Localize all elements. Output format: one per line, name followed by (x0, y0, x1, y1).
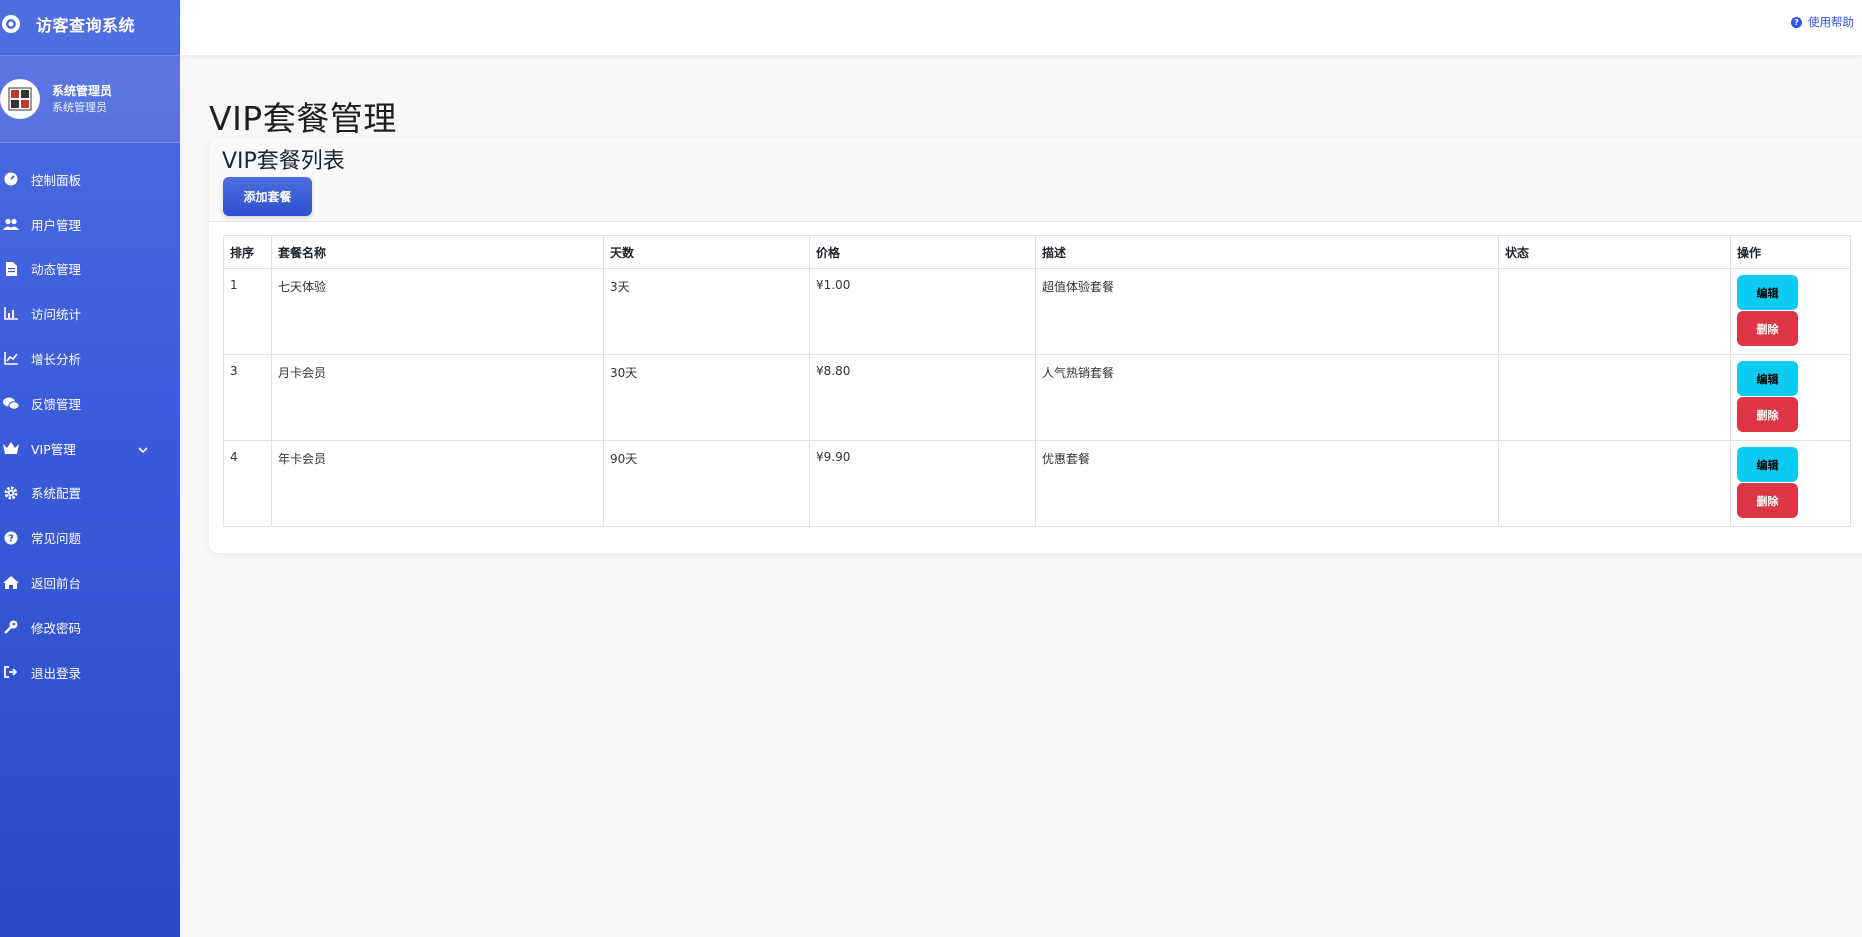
avatar (0, 79, 40, 119)
delete-button[interactable]: 删除 (1737, 397, 1798, 432)
page-title: VIP套餐管理 (209, 99, 397, 138)
cell-name: 七天体验 (271, 268, 604, 355)
key-icon (3, 619, 19, 635)
crown-icon (3, 440, 19, 456)
eye-icon (0, 13, 22, 35)
cell-desc: 超值体验套餐 (1035, 268, 1499, 355)
brand[interactable]: 访客查询系统 (0, 0, 180, 48)
sidebar-item-label: 退出登录 (31, 665, 82, 681)
sidebar-item-label: 动态管理 (31, 262, 82, 278)
user-role: 系统管理员 (52, 101, 107, 114)
cell-desc: 人气热销套餐 (1035, 354, 1499, 441)
sidebar-item-label: 返回前台 (31, 576, 82, 592)
comments-icon (3, 395, 19, 411)
cell-price: ¥8.80 (809, 354, 1036, 441)
sidebar-item-label: 增长分析 (31, 352, 82, 368)
cell-price: ¥1.00 (809, 268, 1036, 355)
cell-sort: 3 (223, 354, 272, 441)
sidebar-item-label: 反馈管理 (31, 396, 82, 412)
sidebar-item-label: 控制面板 (31, 172, 82, 188)
file-icon (3, 261, 19, 277)
dashboard-icon (3, 171, 19, 187)
column-header-status: 状态 (1498, 235, 1731, 269)
sidebar-item-password[interactable]: 修改密码 (0, 605, 180, 650)
sidebar-item-visits[interactable]: 访问统计 (0, 291, 180, 336)
gear-icon (3, 485, 19, 501)
add-package-button[interactable]: 添加套餐 (223, 177, 312, 216)
edit-button[interactable]: 编辑 (1737, 275, 1798, 310)
cell-actions: 编辑 删除 (1730, 268, 1851, 355)
cell-actions: 编辑 删除 (1730, 440, 1851, 527)
cell-name: 月卡会员 (271, 354, 604, 441)
sidebar-item-users[interactable]: 用户管理 (0, 202, 180, 247)
card-header: VIP套餐列表 (209, 138, 1862, 222)
cell-days: 3天 (603, 268, 810, 355)
edit-button[interactable]: 编辑 (1737, 447, 1798, 482)
cell-sort: 1 (223, 268, 272, 355)
sidebar-item-growth[interactable]: 增长分析 (0, 336, 180, 381)
sidebar-item-vip[interactable]: VIP管理 (0, 426, 180, 471)
column-header-days: 天数 (603, 235, 810, 269)
sidebar-item-posts[interactable]: 动态管理 (0, 247, 180, 292)
svg-text:?: ? (8, 533, 14, 544)
chevron-down-icon[interactable] (138, 442, 148, 457)
bar-chart-icon (3, 306, 19, 322)
column-header-name: 套餐名称 (271, 235, 604, 269)
sidebar-item-feedback[interactable]: 反馈管理 (0, 381, 180, 426)
topbar: ? 使用帮助 (180, 0, 1862, 55)
cell-status (1498, 440, 1731, 527)
cell-days: 30天 (603, 354, 810, 441)
sidebar-item-label: 用户管理 (31, 217, 82, 233)
logout-icon (3, 664, 19, 680)
cell-name: 年卡会员 (271, 440, 604, 527)
sidebar-item-label: 系统配置 (31, 486, 82, 502)
table-row: 1 七天体验 3天 ¥1.00 超值体验套餐 编辑 删除 (223, 268, 1851, 355)
vip-package-table: 排序 套餐名称 天数 价格 描述 状态 操作 1 七天体验 3天 ¥1.00 超… (223, 235, 1851, 527)
card-title: VIP套餐列表 (222, 149, 345, 174)
help-label: 使用帮助 (1808, 15, 1854, 29)
sidebar: 访客查询系统 系统管理员 系统管理员 控制面板 用户管理 动态管理 访问统计 增… (0, 0, 180, 937)
delete-button[interactable]: 删除 (1737, 311, 1798, 346)
sidebar-item-home[interactable]: 返回前台 (0, 560, 180, 605)
sidebar-item-dashboard[interactable]: 控制面板 (0, 157, 180, 202)
table-row: 3 月卡会员 30天 ¥8.80 人气热销套餐 编辑 删除 (223, 354, 1851, 441)
home-icon (3, 575, 19, 591)
cell-status (1498, 354, 1731, 441)
edit-button[interactable]: 编辑 (1737, 361, 1798, 396)
user-name: 系统管理员 (52, 84, 113, 98)
cell-actions: 编辑 删除 (1730, 354, 1851, 441)
user-profile: 系统管理员 系统管理员 (0, 55, 180, 143)
sidebar-item-label: VIP管理 (31, 441, 76, 457)
help-link[interactable]: ? 使用帮助 (1791, 14, 1854, 30)
cell-sort: 4 (223, 440, 272, 527)
sidebar-item-label: 访问统计 (31, 307, 82, 323)
sidebar-item-logout[interactable]: 退出登录 (0, 650, 180, 695)
users-icon (3, 216, 19, 232)
sidebar-nav: 控制面板 用户管理 动态管理 访问统计 增长分析 反馈管理 VIP管理 系统配置… (0, 157, 180, 695)
sidebar-item-settings[interactable]: 系统配置 (0, 471, 180, 516)
table-header-row: 排序 套餐名称 天数 价格 描述 状态 操作 (223, 235, 1851, 269)
vip-package-card: VIP套餐列表 添加套餐 排序 套餐名称 天数 价格 描述 状态 操作 1 七天… (209, 138, 1862, 553)
column-header-sort: 排序 (223, 235, 272, 269)
table-row: 4 年卡会员 90天 ¥9.90 优惠套餐 编辑 删除 (223, 440, 1851, 527)
column-header-desc: 描述 (1035, 235, 1499, 269)
column-header-price: 价格 (809, 235, 1036, 269)
cell-price: ¥9.90 (809, 440, 1036, 527)
question-icon: ? (3, 530, 19, 546)
delete-button[interactable]: 删除 (1737, 483, 1798, 518)
app-title: 访客查询系统 (36, 16, 136, 35)
cell-desc: 优惠套餐 (1035, 440, 1499, 527)
sidebar-item-label: 常见问题 (31, 531, 82, 547)
sidebar-item-faq[interactable]: ? 常见问题 (0, 515, 180, 560)
column-header-actions: 操作 (1730, 235, 1851, 269)
cell-status (1498, 268, 1731, 355)
question-circle-icon: ? (1791, 16, 1802, 28)
cell-days: 90天 (603, 440, 810, 527)
sidebar-item-label: 修改密码 (31, 620, 82, 636)
line-chart-icon (3, 351, 19, 367)
